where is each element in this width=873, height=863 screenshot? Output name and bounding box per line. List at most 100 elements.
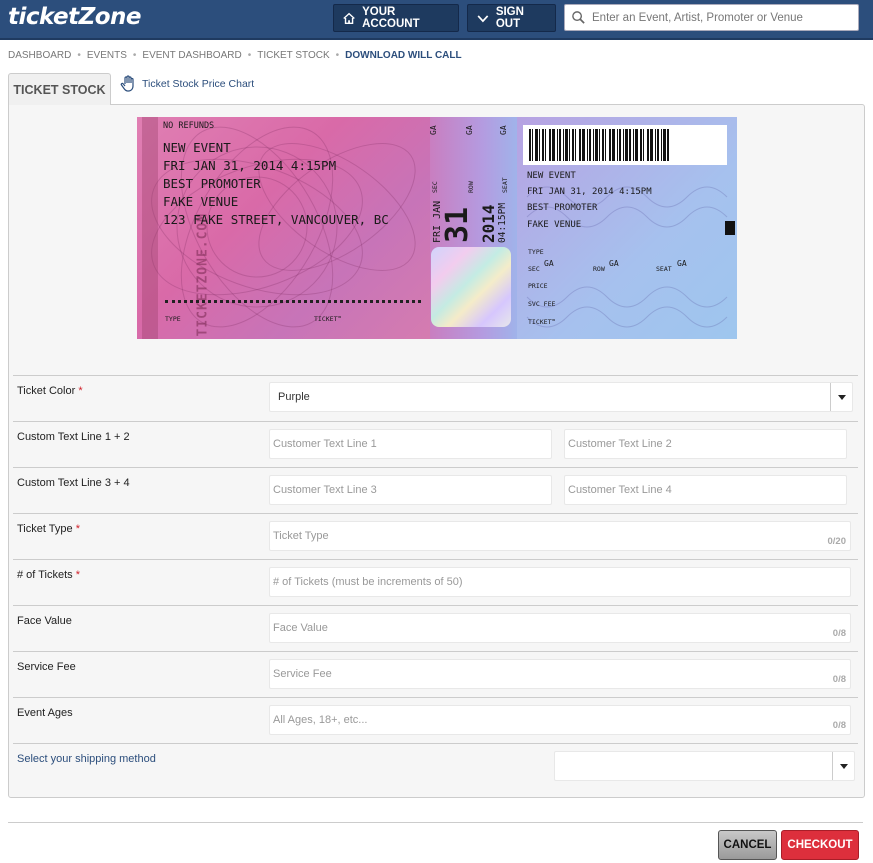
seat-value: GA [499,125,508,135]
breadcrumb: DASHBOARD • EVENTS • EVENT DASHBOARD • T… [8,50,462,61]
stub-promoter: BEST PROMOTER [527,203,598,213]
ticket-type-row [13,513,858,514]
stub-row-value: GA [609,259,619,268]
ticket-address: 123 FAKE STREET, VANCOUVER, BC [163,212,389,227]
custom-text-line-1-field[interactable] [269,429,552,459]
event-ages-input[interactable] [273,706,850,734]
stub-event-date: FRI JAN 31, 2014 4:15PM [527,187,652,197]
ticket-stock-price-chart-link[interactable]: Ticket Stock Price Chart [120,75,254,93]
row-label: ROW [467,181,475,193]
sec-value: GA [429,125,438,135]
ticketzone-logo[interactable]: ticketZone [8,4,142,30]
ticket-day-number: 31 [440,206,475,243]
service-fee-row [13,651,858,652]
sign-out-button[interactable]: SIGN OUT [467,4,556,32]
ticket-color-value: Purple [278,391,310,403]
ticket-stock-price-chart-label: Ticket Stock Price Chart [142,78,255,90]
num-tickets-row [13,559,858,560]
custom-text-line-4-input[interactable] [568,476,846,504]
event-ages-field[interactable]: 0/8 [269,705,851,735]
ticket-side-band [142,117,158,339]
ticket-event-name: NEW EVENT [163,140,231,155]
footer-divider [8,822,863,823]
dropdown-caret-icon [832,752,854,780]
hologram-sticker [431,247,511,327]
required-asterisk: * [75,569,80,581]
ticket-type-input[interactable] [273,522,850,550]
event-ages-row [13,697,858,698]
ticket-type-field[interactable]: 0/20 [269,521,851,551]
required-asterisk: * [75,523,80,535]
stub-price-label: PRICE [528,282,548,290]
custom-text-line-3-field[interactable] [269,475,552,505]
ticket-dotted-line [165,300,421,303]
stub-sec-value: GA [544,259,554,268]
home-icon [343,12,355,24]
no-refunds-text: NO REFUNDS [163,121,215,131]
tab-ticket-stock[interactable]: TICKET STOCK [8,73,111,105]
stub-sec-label: SEC [528,265,540,273]
breadcrumb-separator: • [247,50,252,61]
seat-label: SEAT [501,177,509,193]
ticket-year: 2014 [479,204,498,243]
ticket-type-char-counter: 0/20 [827,536,847,547]
ticket-color-label: Ticket Color * [17,385,83,397]
custom-text-line-4-field[interactable] [564,475,847,505]
service-fee-field[interactable]: 0/8 [269,659,851,689]
ticket-type-label: TYPE [165,315,181,323]
search-icon [572,11,585,24]
ticket-time: 04:15PM [497,202,508,243]
custom-text-line-3-input[interactable] [273,476,551,504]
custom-text-line-2-field[interactable] [564,429,847,459]
service-fee-input[interactable] [273,660,850,688]
event-ages-label: Event Ages [17,707,73,719]
top-nav-bar: ticketZone YOUR ACCOUNT SIGN OUT [0,0,873,40]
custom-text-34-row [13,467,858,468]
checkout-button[interactable]: CHECKOUT [781,830,859,860]
breadcrumb-separator: • [335,50,340,61]
hand-pointer-icon [120,75,134,92]
breadcrumb-separator: • [77,50,81,61]
shipping-method-label: Select your shipping method [17,753,156,765]
stub-svc-fee-label: SVC FEE [528,300,556,308]
cancel-button[interactable]: CANCEL [718,830,777,860]
breadcrumb-events[interactable]: EVENTS [87,50,127,61]
breadcrumb-dashboard[interactable]: DASHBOARD [8,50,71,61]
face-value-field[interactable]: 0/8 [269,613,851,643]
search-input[interactable] [586,11,851,24]
barcode [523,125,727,165]
face-value-row [13,605,858,606]
chevron-down-icon [477,14,489,22]
dropdown-caret-icon [830,383,852,411]
ticket-notch-marker [725,221,735,235]
row-value: GA [465,125,474,135]
stub-seat-value: GA [677,259,687,268]
breadcrumb-ticket-stock[interactable]: TICKET STOCK [257,50,329,61]
num-tickets-label: # of Tickets * [17,569,80,581]
custom-text-line-1-input[interactable] [273,430,551,458]
stub-venue: FAKE VENUE [527,220,582,230]
num-tickets-field[interactable] [269,567,851,597]
custom-text-line-2-input[interactable] [568,430,846,458]
face-value-input[interactable] [273,614,850,642]
required-asterisk: * [78,385,83,397]
service-fee-label: Service Fee [17,661,76,673]
ticket-promoter: BEST PROMOTER [163,176,261,191]
ticket-tm-label: TICKET™ [314,315,342,323]
stub-row-label: ROW [593,265,605,273]
stub-event-name: NEW EVENT [527,171,576,181]
num-tickets-input[interactable] [273,568,850,596]
your-account-button[interactable]: YOUR ACCOUNT [333,4,459,32]
shipping-method-select[interactable] [554,751,855,781]
ticket-venue: FAKE VENUE [163,194,239,209]
breadcrumb-event-dashboard[interactable]: EVENT DASHBOARD [142,50,241,61]
search-box[interactable] [564,4,859,31]
ticket-event-date: FRI JAN 31, 2014 4:15PM [163,158,337,173]
breadcrumb-download-will-call[interactable]: DOWNLOAD WILL CALL [345,50,461,61]
ticket-color-select[interactable]: Purple [269,382,853,412]
breadcrumb-separator: • [132,50,137,61]
custom-text-12-row [13,421,858,422]
ticket-type-label: Ticket Type * [17,523,80,535]
sec-label: SEC [431,181,439,193]
custom-text-12-label: Custom Text Line 1 + 2 [17,431,130,443]
